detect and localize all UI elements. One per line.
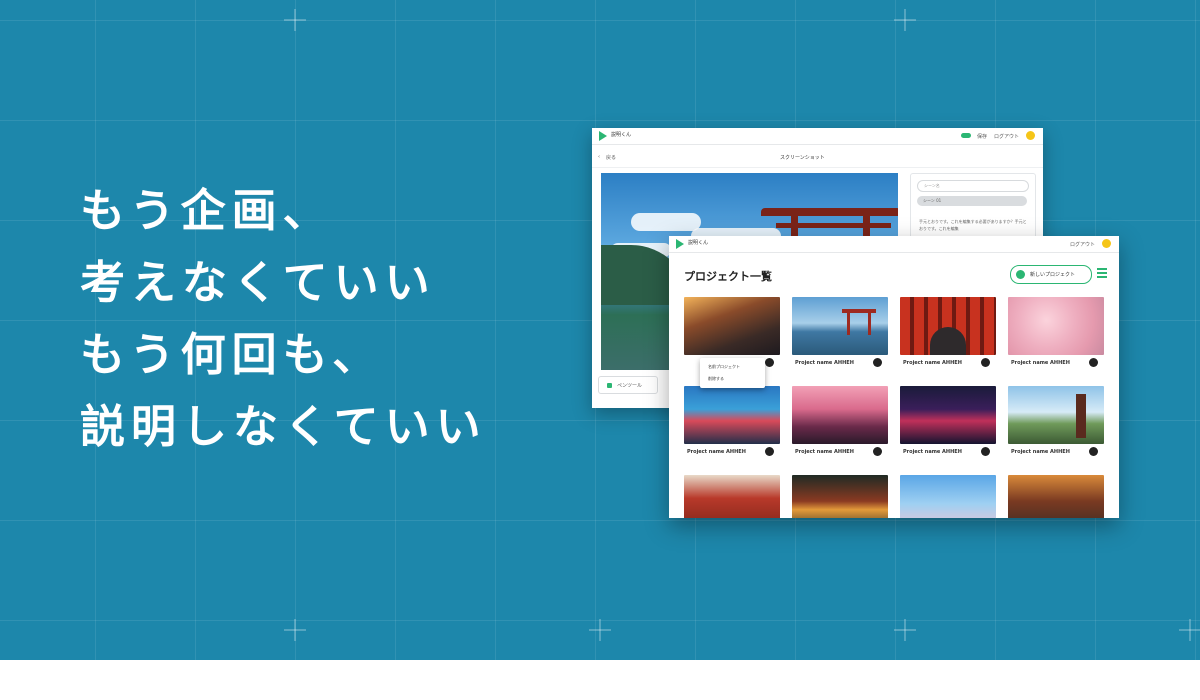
more-options-icon[interactable]: [981, 358, 990, 367]
grid-plus-marker: [894, 9, 916, 31]
grid-plus-marker: [589, 619, 611, 641]
project-name: Project name AHHEH: [795, 360, 854, 366]
project-list-window: 説明くん ログアウト プロジェクト一覧 新しいプロジェクト Project na…: [669, 236, 1119, 518]
logout-link[interactable]: ログアウト: [1070, 241, 1095, 248]
context-menu-item[interactable]: 名前プロジェクト: [708, 364, 740, 370]
project-card[interactable]: Project name AHHEH: [900, 297, 996, 373]
headline-line: もう何回も、: [80, 328, 384, 381]
scene-tag: シーン 01: [917, 196, 1027, 206]
page-title: プロジェクト一覧: [684, 270, 772, 283]
pen-icon: [607, 383, 612, 388]
more-options-icon[interactable]: [1089, 447, 1098, 456]
grid-plus-marker: [284, 619, 306, 641]
pen-tool-label: ペンツール: [617, 383, 643, 389]
app-topbar: 説明くん ログアウト: [669, 236, 1119, 253]
torii-pillar: [868, 313, 871, 335]
bottom-margin: [0, 660, 1200, 700]
project-thumbnail: [684, 297, 780, 355]
more-options-icon[interactable]: [981, 447, 990, 456]
logout-link[interactable]: ログアウト: [994, 133, 1019, 140]
project-card[interactable]: Project name AHHEH: [1008, 297, 1104, 373]
scene-name-input[interactable]: シーン名: [917, 180, 1029, 192]
project-thumbnail: [900, 475, 996, 518]
project-card[interactable]: [1008, 475, 1104, 518]
hero-banner: もう企画、 考えなくていい もう何回も、 説明しなくていい 説明くん 保存 ログ…: [0, 0, 1200, 660]
more-options-icon[interactable]: [1089, 358, 1098, 367]
project-card[interactable]: Project name AHHEH: [684, 386, 780, 462]
project-thumbnail: [792, 297, 888, 355]
app-logo-text: 説明くん: [688, 240, 709, 246]
play-logo-icon: [676, 239, 684, 249]
cloud: [631, 213, 701, 231]
project-thumbnail: [900, 297, 996, 355]
torii-pillar: [847, 313, 850, 335]
new-project-label: 新しいプロジェクト: [1030, 272, 1076, 278]
project-thumbnail: [684, 475, 780, 518]
hero-headline: もう企画、 考えなくていい もう何回も、 説明しなくていい: [80, 175, 487, 463]
project-thumbnail: [1008, 475, 1104, 518]
project-name: Project name AHHEH: [903, 360, 962, 366]
headline-line: 説明しなくていい: [80, 400, 487, 453]
project-name: Project name AHHEH: [903, 449, 962, 455]
project-thumbnail: [1008, 297, 1104, 355]
project-name: Project name AHHEH: [795, 449, 854, 455]
input-placeholder: シーン名: [924, 183, 940, 188]
project-card[interactable]: Project name AHHEH: [1008, 386, 1104, 462]
project-thumbnail: [1008, 386, 1104, 444]
path: [930, 327, 966, 355]
more-options-icon[interactable]: [873, 358, 882, 367]
headline-line: もう企画、: [80, 184, 334, 237]
page-title: スクリーンショット: [780, 155, 825, 161]
torii-beam: [761, 208, 898, 216]
app-topbar: 説明くん 保存 ログアウト: [592, 128, 1043, 145]
status-text: 保存: [976, 134, 987, 140]
list-view-icon[interactable]: [1097, 268, 1107, 278]
project-context-menu: 名前プロジェクト 削除する: [700, 358, 765, 388]
project-thumbnail: [684, 386, 780, 444]
grid-plus-marker: [894, 619, 916, 641]
avatar[interactable]: [1026, 131, 1035, 140]
more-options-icon[interactable]: [765, 358, 774, 367]
new-project-button[interactable]: 新しいプロジェクト: [1010, 265, 1092, 284]
project-name: Project name AHHEH: [1011, 449, 1070, 455]
context-menu-item[interactable]: 削除する: [708, 376, 724, 382]
status-toggle[interactable]: [961, 133, 971, 138]
project-card[interactable]: Project name AHHEH: [792, 297, 888, 373]
chevron-left-icon[interactable]: ‹: [598, 154, 600, 160]
play-logo-icon: [599, 131, 607, 141]
project-thumbnail: [792, 475, 888, 518]
project-thumbnail: [900, 386, 996, 444]
project-card[interactable]: [900, 475, 996, 518]
back-button[interactable]: 戻る: [606, 154, 616, 161]
pagoda: [1076, 394, 1086, 438]
more-options-icon[interactable]: [765, 447, 774, 456]
project-card[interactable]: Project name AHHEH: [792, 386, 888, 462]
scene-description: 手元とおりです。これを編集する必要がありますか？手元とおりです。これを編集: [919, 219, 1027, 231]
project-card[interactable]: [792, 475, 888, 518]
avatar[interactable]: [1102, 239, 1111, 248]
project-thumbnail: [792, 386, 888, 444]
app-logo-text: 説明くん: [611, 132, 632, 138]
editor-header: ‹ 戻る スクリーンショット: [592, 145, 1043, 168]
pen-tool-button[interactable]: ペンツール: [598, 376, 658, 394]
project-name: Project name AHHEH: [687, 449, 746, 455]
grid-plus-marker: [1179, 619, 1200, 641]
plus-icon: [1016, 270, 1025, 279]
more-options-icon[interactable]: [873, 447, 882, 456]
headline-line: 考えなくていい: [80, 256, 436, 309]
project-name: Project name AHHEH: [1011, 360, 1070, 366]
project-card[interactable]: [684, 475, 780, 518]
scene-tag-text: シーン 01: [923, 198, 942, 203]
project-card[interactable]: Project name AHHEH: [900, 386, 996, 462]
grid-plus-marker: [284, 9, 306, 31]
